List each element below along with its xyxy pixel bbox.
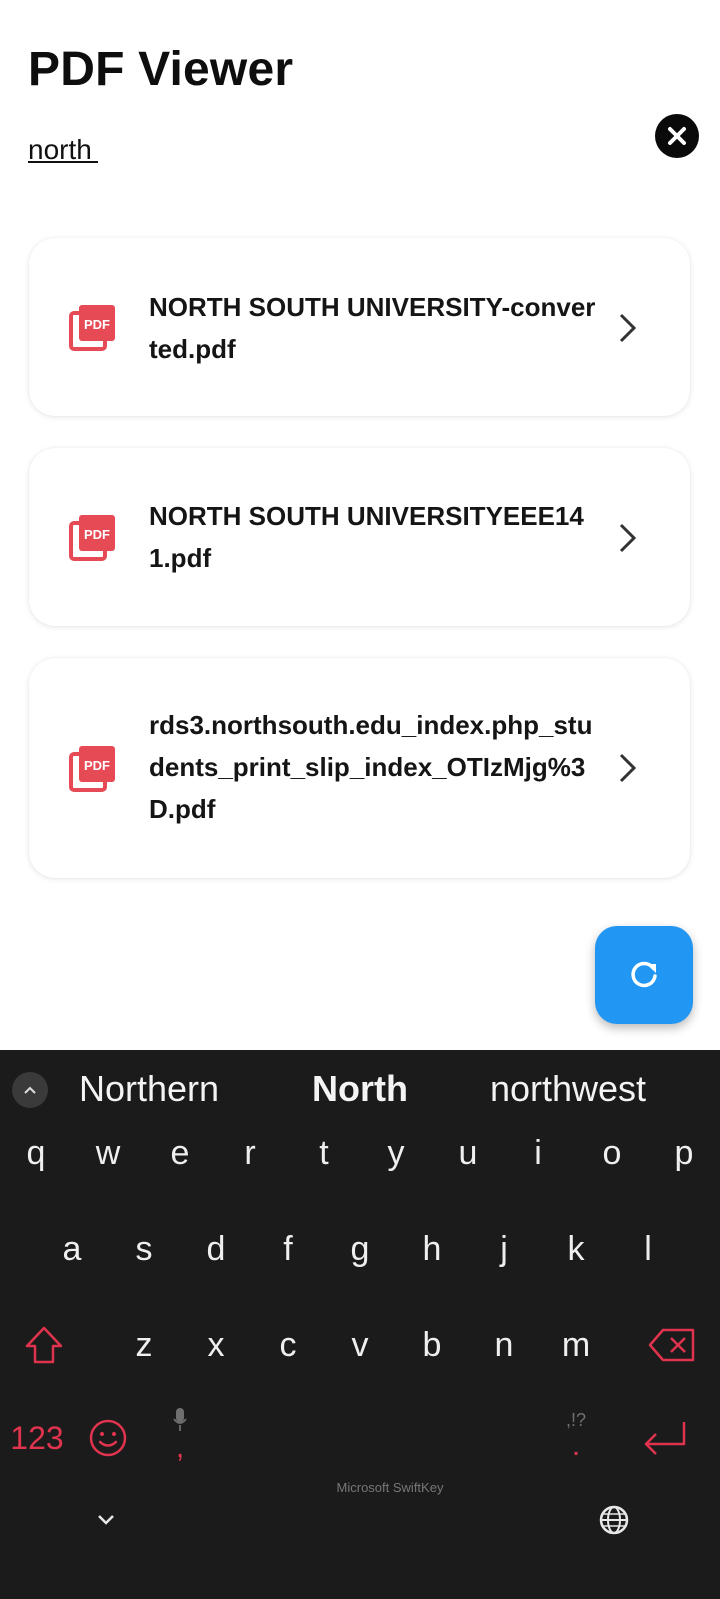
- keyboard: Northern North northwest q w e r t y u i…: [0, 1050, 720, 1599]
- key[interactable]: r: [220, 1118, 280, 1188]
- globe-icon: [599, 1505, 629, 1535]
- key[interactable]: w: [78, 1118, 138, 1188]
- key[interactable]: o: [582, 1118, 642, 1188]
- file-list-item[interactable]: PDF rds3.northsouth.edu_index.php_studen…: [29, 658, 690, 878]
- key[interactable]: u: [438, 1118, 498, 1188]
- key[interactable]: z: [114, 1310, 174, 1380]
- file-list-item[interactable]: PDF NORTH SOUTH UNIVERSITYEEE141.pdf: [29, 448, 690, 626]
- key[interactable]: e: [150, 1118, 210, 1188]
- refresh-button[interactable]: [595, 926, 693, 1024]
- app-screen: PDF Viewer PDF NORTH SOUTH UNIVERSITY-co…: [0, 0, 720, 1050]
- key[interactable]: f: [258, 1214, 318, 1284]
- enter-icon: [644, 1422, 686, 1455]
- language-button[interactable]: [584, 1490, 644, 1550]
- search-underline: [28, 161, 98, 163]
- close-icon: [668, 127, 686, 145]
- suggestion-item[interactable]: North: [280, 1068, 440, 1110]
- key[interactable]: j: [474, 1214, 534, 1284]
- key[interactable]: n: [474, 1310, 534, 1380]
- key[interactable]: s: [114, 1214, 174, 1284]
- keyboard-brand-label: Microsoft SwiftKey: [336, 1480, 444, 1495]
- key[interactable]: x: [186, 1310, 246, 1380]
- hide-keyboard-button[interactable]: [76, 1490, 136, 1550]
- chevron-right-icon: [619, 313, 637, 343]
- pdf-file-icon: PDF: [69, 746, 115, 792]
- space-key[interactable]: [220, 1403, 530, 1473]
- page-title: PDF Viewer: [28, 43, 294, 96]
- key[interactable]: t: [294, 1118, 354, 1188]
- backspace-key[interactable]: [642, 1310, 702, 1380]
- key[interactable]: a: [42, 1214, 102, 1284]
- key[interactable]: g: [330, 1214, 390, 1284]
- file-name: rds3.northsouth.edu_index.php_students_p…: [149, 710, 593, 824]
- enter-key[interactable]: [630, 1403, 700, 1473]
- punctuation-hint: ,!?: [565, 1409, 586, 1430]
- comma-key[interactable]: ,: [150, 1390, 210, 1480]
- chevron-right-icon: [619, 753, 637, 783]
- file-list-item[interactable]: PDF NORTH SOUTH UNIVERSITY-converted.pdf: [29, 238, 690, 416]
- refresh-icon: [631, 961, 657, 988]
- file-name: NORTH SOUTH UNIVERSITY-converted.pdf: [149, 292, 596, 364]
- backspace-icon: [648, 1328, 695, 1362]
- chevron-right-icon: [619, 523, 637, 553]
- key[interactable]: k: [546, 1214, 606, 1284]
- suggestions-toggle-button[interactable]: [12, 1072, 48, 1108]
- key[interactable]: d: [186, 1214, 246, 1284]
- file-name: NORTH SOUTH UNIVERSITYEEE141.pdf: [149, 501, 584, 573]
- chevron-down-icon: [98, 1515, 114, 1525]
- microphone-icon: [173, 1408, 187, 1431]
- period-label: .: [571, 1428, 581, 1462]
- key[interactable]: i: [508, 1118, 568, 1188]
- key[interactable]: l: [618, 1214, 678, 1284]
- key[interactable]: p: [654, 1118, 714, 1188]
- period-key[interactable]: ,!? .: [546, 1390, 606, 1480]
- key[interactable]: b: [402, 1310, 462, 1380]
- clear-search-button[interactable]: [655, 114, 699, 158]
- svg-text:PDF: PDF: [84, 317, 110, 332]
- key[interactable]: m: [546, 1310, 606, 1380]
- pdf-file-icon: PDF: [69, 305, 115, 351]
- svg-text:PDF: PDF: [84, 758, 110, 773]
- key[interactable]: h: [402, 1214, 462, 1284]
- suggestion-item[interactable]: Northern: [64, 1068, 234, 1110]
- numbers-key[interactable]: 123: [4, 1403, 70, 1473]
- chevron-up-icon: [24, 1086, 36, 1094]
- suggestion-item[interactable]: northwest: [478, 1068, 658, 1110]
- shift-icon: [25, 1326, 63, 1364]
- key[interactable]: q: [6, 1118, 66, 1188]
- search-input[interactable]: [28, 130, 628, 170]
- emoji-icon: [89, 1419, 127, 1457]
- key[interactable]: y: [366, 1118, 426, 1188]
- pdf-file-icon: PDF: [69, 515, 115, 561]
- emoji-key[interactable]: [78, 1403, 138, 1473]
- svg-text:PDF: PDF: [84, 527, 110, 542]
- shift-key[interactable]: [14, 1310, 74, 1380]
- comma-label: ,: [175, 1431, 185, 1464]
- key[interactable]: v: [330, 1310, 390, 1380]
- key[interactable]: c: [258, 1310, 318, 1380]
